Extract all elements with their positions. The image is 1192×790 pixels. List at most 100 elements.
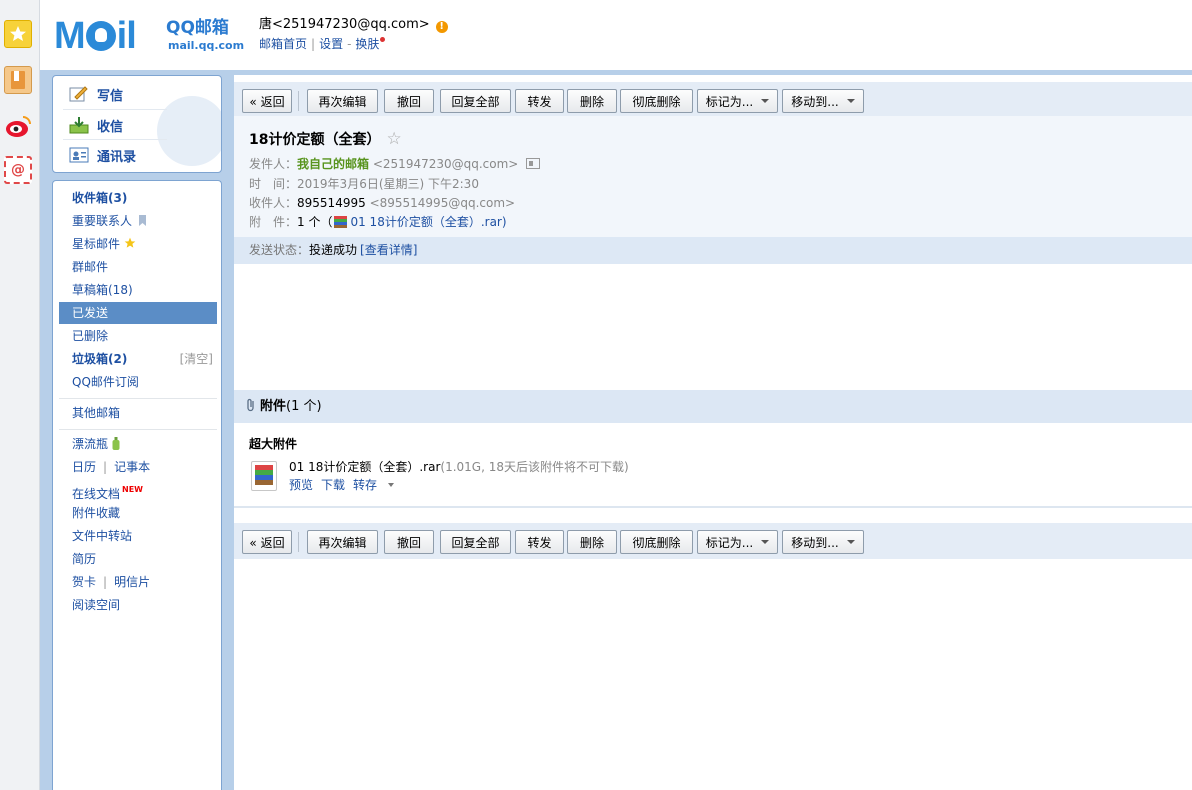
contacts-button[interactable]: 通讯录 <box>69 144 136 166</box>
bookmark-icon <box>138 215 146 226</box>
folder-important-contacts[interactable]: 重要联系人 <box>59 210 217 232</box>
folder-group-mail[interactable]: 群邮件 <box>59 256 217 278</box>
qq-mail-logo[interactable]: Mil QQ邮箱 mail.qq.com <box>54 14 244 58</box>
inbox-download-icon <box>69 116 89 134</box>
back-button[interactable]: « 返回 <box>242 530 292 554</box>
app-online-docs[interactable]: 在线文档 NEW <box>59 479 217 501</box>
chevron-down-icon <box>761 99 770 103</box>
folder-panel: 收件箱(3) 重要联系人 星标邮件 群邮件 草稿箱(18) 已发送 已删除 垃圾… <box>52 180 222 790</box>
weibo-icon[interactable] <box>4 112 32 140</box>
view-details-link[interactable]: [查看详情] <box>360 243 417 257</box>
mail-header: 18计价定额（全套） ☆ 发件人：我自己的邮箱 <251947230@qq.com… <box>234 116 1192 264</box>
back-button[interactable]: « 返回 <box>242 89 292 113</box>
rar-archive-icon[interactable] <box>251 461 277 491</box>
sidebar: 写信 收信 通讯录 收件箱(3) 重要联系人 星标邮件 群邮件 草稿箱(18) … <box>40 70 228 790</box>
new-dot-icon <box>380 37 386 42</box>
folder-spam[interactable]: 垃圾箱(2) [清空] <box>59 348 217 370</box>
attachment-actions: 预览 下载 转存 <box>289 476 410 493</box>
forward-button[interactable]: 转发 <box>515 89 564 113</box>
app-file-transfer[interactable]: 文件中转站 <box>59 525 217 547</box>
new-badge: NEW <box>122 485 143 494</box>
mark-as-dropdown[interactable]: 标记为... <box>697 89 778 113</box>
settings-link[interactable]: 设置 <box>319 37 343 51</box>
app-reading-space[interactable]: 阅读空间 <box>59 594 217 616</box>
chevron-down-icon <box>761 540 770 544</box>
star-toggle-icon[interactable]: ☆ <box>386 129 401 149</box>
delete-permanently-button[interactable]: 彻底删除 <box>620 530 693 554</box>
notebook-icon[interactable] <box>4 66 32 94</box>
preview-link[interactable]: 预览 <box>289 478 313 492</box>
delete-button[interactable]: 删除 <box>567 530 617 554</box>
mail-home-link[interactable]: 邮箱首页 <box>259 37 307 51</box>
qq-mail-app: @ Mil QQ邮箱 mail.qq.com 唐<251947230@qq.co… <box>0 0 1192 790</box>
notes-link[interactable]: 记事本 <box>114 460 150 474</box>
favorites-icon[interactable] <box>4 20 32 48</box>
calendar-link[interactable]: 日历 <box>72 460 96 474</box>
reply-all-button[interactable]: 回复全部 <box>440 89 511 113</box>
folder-drafts[interactable]: 草稿箱(18) <box>59 279 217 301</box>
save-to-dropdown[interactable]: 转存 <box>353 478 402 492</box>
mail-view: « 返回 再次编辑 撤回 回复全部 转发 删除 彻底删除 标记为... 移动到.… <box>234 75 1192 790</box>
folder-sent[interactable]: 已发送 <box>59 302 217 324</box>
attachment-file-name[interactable]: 01 18计价定额（全套）.rar <box>289 460 440 474</box>
folder-other-mailboxes[interactable]: 其他邮箱 <box>59 402 217 424</box>
greeting-cards-link[interactable]: 贺卡 <box>72 575 96 589</box>
move-to-dropdown[interactable]: 移动到... <box>782 89 864 113</box>
receive-mail-button[interactable]: 收信 <box>69 114 123 136</box>
skin-link[interactable]: 换肤 <box>355 37 379 51</box>
folder-inbox[interactable]: 收件箱(3) <box>59 187 217 209</box>
mail-body <box>234 264 1192 390</box>
account-line: 唐<251947230@qq.com>! <box>259 17 448 33</box>
recall-button[interactable]: 撤回 <box>384 89 434 113</box>
sender-address: <251947230@qq.com> <box>372 157 519 171</box>
delete-permanently-button[interactable]: 彻底删除 <box>620 89 693 113</box>
account-links: 邮箱首页 | 设置 - 换肤 <box>259 36 386 52</box>
app-calendar-notes: 日历 | 记事本 <box>72 460 151 474</box>
app-drift-bottle[interactable]: 漂流瓶 <box>59 433 217 455</box>
reedit-button[interactable]: 再次编辑 <box>307 530 378 554</box>
mark-as-dropdown[interactable]: 标记为... <box>697 530 778 554</box>
forward-button[interactable]: 转发 <box>515 530 564 554</box>
pencil-icon <box>69 85 89 103</box>
address-book-icon <box>69 146 89 164</box>
attachments-body: 超大附件 01 18计价定额（全套）.rar(1.01G, 18天后该附件将不可… <box>234 423 1192 508</box>
logo-domain: mail.qq.com <box>168 39 245 52</box>
recipient-address: <895514995@qq.com> <box>369 196 516 210</box>
attachment-file: 01 18计价定额（全套）.rar(1.01G, 18天后该附件将不可下载) <box>289 458 629 475</box>
folder-deleted[interactable]: 已删除 <box>59 325 217 347</box>
send-status-bar: 发送状态：投递成功 [查看详情] <box>234 237 1192 264</box>
delete-button[interactable]: 删除 <box>567 89 617 113</box>
rar-file-icon <box>334 216 348 228</box>
reply-all-button[interactable]: 回复全部 <box>440 530 511 554</box>
app-resume[interactable]: 简历 <box>59 548 217 570</box>
move-to-dropdown[interactable]: 移动到... <box>782 530 864 554</box>
clear-spam-link[interactable]: [清空] <box>180 348 213 370</box>
recipient-name[interactable]: 895514995 <box>297 196 366 210</box>
download-link[interactable]: 下载 <box>321 478 345 492</box>
folder-subscriptions[interactable]: QQ邮件订阅 <box>59 371 217 393</box>
postcards-link[interactable]: 明信片 <box>114 575 150 589</box>
compose-panel: 写信 收信 通讯录 <box>52 75 222 173</box>
attachments-header: 附件(1 个) <box>234 390 1192 423</box>
header: Mil QQ邮箱 mail.qq.com 唐<251947230@qq.com>… <box>40 0 1192 72</box>
mail-at-icon[interactable]: @ <box>4 156 32 184</box>
mail-subject: 18计价定额（全套） ☆ <box>249 129 402 149</box>
app-dock: @ <box>0 0 40 790</box>
alert-icon[interactable]: ! <box>435 21 448 33</box>
app-cards-postcards: 贺卡 | 明信片 <box>72 575 151 589</box>
paperclip-icon <box>247 398 254 412</box>
attachment-row: 附 件：1 个（ 01 18计价定额（全套）.rar) <box>249 215 507 229</box>
logo-brand: QQ邮箱 <box>166 18 229 38</box>
chevron-down-icon <box>846 99 855 103</box>
toolbar-bottom: « 返回 再次编辑 撤回 回复全部 转发 删除 彻底删除 标记为... 移动到.… <box>234 523 1192 559</box>
reedit-button[interactable]: 再次编辑 <box>307 89 378 113</box>
sender-name[interactable]: 我自己的邮箱 <box>297 157 369 171</box>
chevron-down-icon <box>846 540 855 544</box>
folder-starred[interactable]: 星标邮件 <box>59 233 217 255</box>
panel-decoration <box>157 96 221 166</box>
write-mail-button[interactable]: 写信 <box>69 83 123 105</box>
contact-card-icon[interactable] <box>526 158 541 169</box>
attachment-link[interactable]: 01 18计价定额（全套）.rar) <box>350 215 506 229</box>
recall-button[interactable]: 撤回 <box>384 530 434 554</box>
app-attachment-favorites[interactable]: 附件收藏 <box>59 502 217 524</box>
